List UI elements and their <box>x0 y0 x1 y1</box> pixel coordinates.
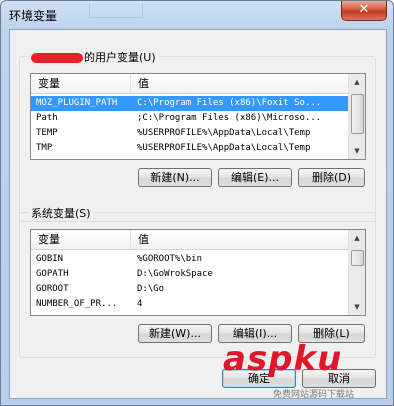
scrollbar-thumb[interactable] <box>351 94 364 134</box>
variable-name: GOPATH <box>36 269 69 279</box>
list-header: 变量 值 <box>31 230 349 250</box>
down-arrow-icon[interactable]: ▼ <box>349 300 365 314</box>
close-icon: ✕ <box>358 2 370 17</box>
system-new-button[interactable]: 新建(W)... <box>138 324 212 343</box>
user-edit-button[interactable]: 编辑(E)... <box>218 168 292 187</box>
table-row[interactable]: MOZ_PLUGIN_PATH C:\Program Files (x86)\F… <box>31 96 349 111</box>
watermark-brand: aspku <box>223 339 343 379</box>
system-variables-title: 系统变量(S) <box>28 205 94 221</box>
variable-value: %USERPROFILE%\AppData\Local\Temp <box>137 143 311 153</box>
variable-name: Path <box>36 113 58 123</box>
down-arrow-icon[interactable]: ▼ <box>349 144 365 158</box>
column-header-value[interactable]: 值 <box>131 230 349 249</box>
column-header-value[interactable]: 值 <box>131 74 349 93</box>
vertical-scrollbar[interactable]: ▲ ▼ <box>348 230 365 315</box>
variable-value: ;C:\Program Files (x86)\Microso... <box>137 113 322 123</box>
background-window-ghost <box>89 3 143 18</box>
redacted-username <box>31 53 83 63</box>
variable-value: %USERPROFILE%\AppData\Local\Temp <box>137 128 311 138</box>
variable-value: D:\GoWrokSpace <box>137 269 213 279</box>
table-row[interactable]: TEMP %USERPROFILE%\AppData\Local\Temp <box>31 126 349 141</box>
scrollbar-thumb[interactable] <box>351 250 364 266</box>
user-variables-title: 的用户变量(U) <box>28 49 159 65</box>
system-variables-list[interactable]: 变量 值 GOBIN %GOROOT%\bin GOPATH D:\GoWrok… <box>30 229 366 316</box>
user-variables-list[interactable]: 变量 值 MOZ_PLUGIN_PATH C:\Program Files (x… <box>30 73 366 160</box>
watermark-logo: aspku 免费网站源码下载站 <box>221 339 393 405</box>
variable-name: MOZ_PLUGIN_PATH <box>36 98 118 108</box>
user-delete-button[interactable]: 删除(D) <box>298 168 365 187</box>
variable-value: C:\Program Files (x86)\Foxit So... <box>137 98 322 108</box>
close-button[interactable]: ✕ <box>341 1 387 21</box>
variable-value: %GOROOT%\bin <box>137 254 203 264</box>
variable-name: TEMP <box>36 128 58 138</box>
table-row[interactable]: GOROOT D:\Go <box>31 282 349 297</box>
table-row[interactable]: GOPATH D:\GoWrokSpace <box>31 267 349 282</box>
watermark-tagline: 免费网站源码下载站 <box>273 390 355 400</box>
user-variables-group: 的用户变量(U) 变量 值 MOZ_PLUGIN_PATH C:\Program… <box>19 49 376 222</box>
column-header-variable[interactable]: 变量 <box>31 230 131 249</box>
variable-name: NUMBER_OF_PR... <box>36 299 118 309</box>
window-title: 环境变量 <box>9 9 58 23</box>
list-header: 变量 值 <box>31 74 349 94</box>
title-bar: 环境变量 ✕ <box>1 1 393 29</box>
variable-name: TMP <box>36 143 53 153</box>
column-header-variable[interactable]: 变量 <box>31 74 131 93</box>
table-row[interactable]: NUMBER_OF_PR... 4 <box>31 297 349 312</box>
variable-name: GOROOT <box>36 284 69 294</box>
table-row[interactable]: GOBIN %GOROOT%\bin <box>31 252 349 267</box>
table-row[interactable]: Path ;C:\Program Files (x86)\Microso... <box>31 111 349 126</box>
up-arrow-icon[interactable]: ▲ <box>349 231 365 245</box>
environment-variables-dialog: 环境变量 ✕ 的用户变量(U) 变量 值 MOZ_PLUGIN_PATH C:\… <box>0 0 394 406</box>
variable-value: D:\Go <box>137 284 165 294</box>
system-variables-group: 系统变量(S) 变量 值 GOBIN %GOROOT%\bin GOPATH D… <box>19 205 376 358</box>
vertical-scrollbar[interactable]: ▲ ▼ <box>348 74 365 159</box>
user-new-button[interactable]: 新建(N)... <box>138 168 212 187</box>
variable-value: 4 <box>137 299 143 309</box>
table-row[interactable]: TMP %USERPROFILE%\AppData\Local\Temp <box>31 141 349 156</box>
up-arrow-icon[interactable]: ▲ <box>349 75 365 89</box>
variable-name: GOBIN <box>36 254 64 264</box>
